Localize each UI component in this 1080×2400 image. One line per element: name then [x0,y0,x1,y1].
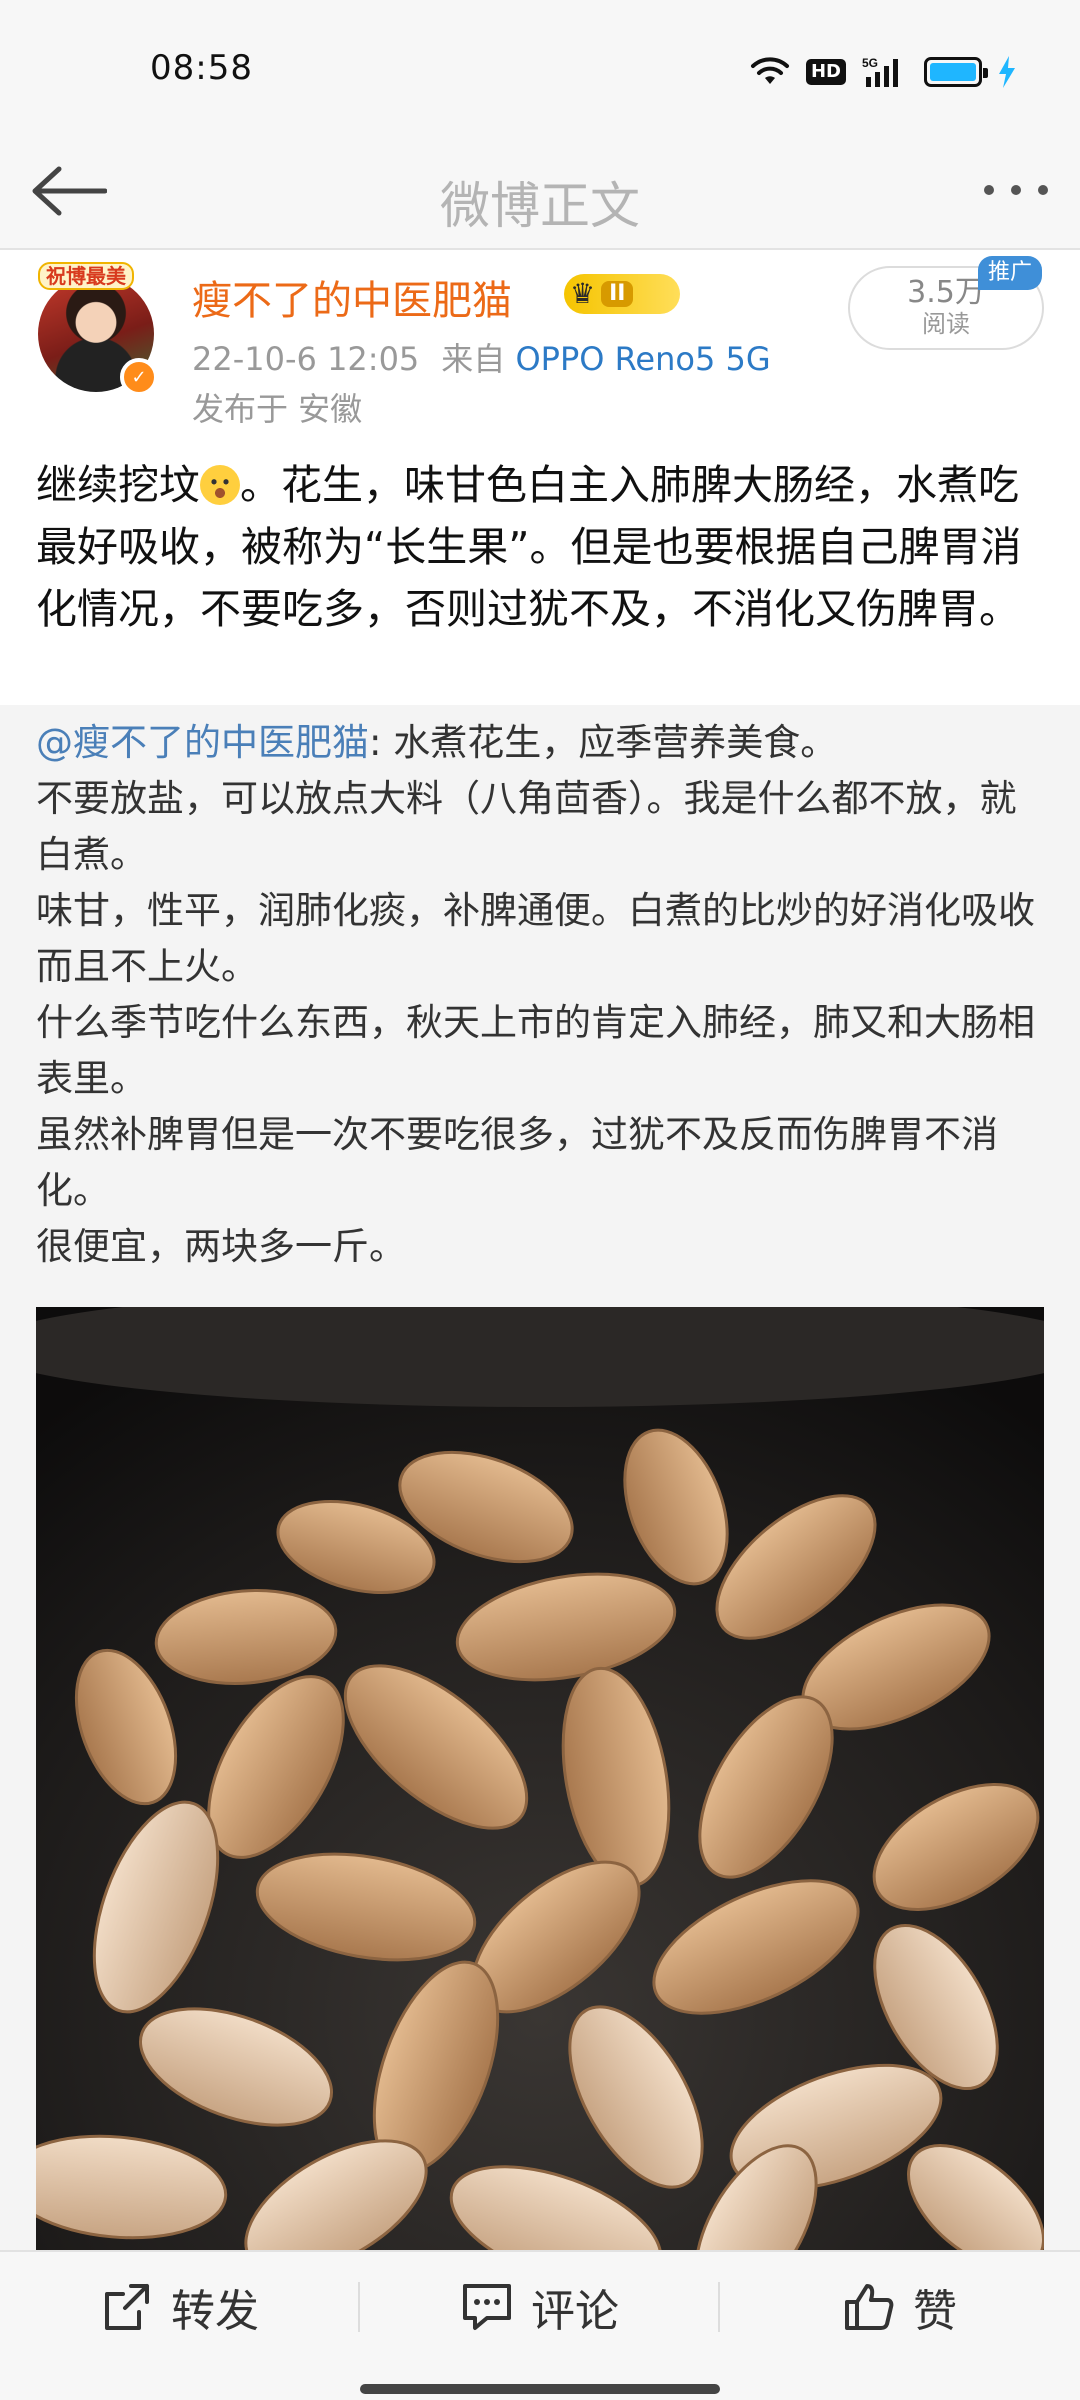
boiled-peanuts-image [36,1307,1044,2250]
status-bar: 08:58 HD 5G [0,0,1080,140]
thumbs-up-icon [845,2284,894,2330]
repost-line: 味甘，性平，润肺化痰，补脾通便。白煮的比炒的好消化吸收而且不上火。 [36,889,1035,988]
like-button[interactable]: 赞 [720,2252,1080,2362]
like-label: 赞 [913,2286,957,2337]
more-button[interactable] [976,160,1056,220]
post-meta: 22-10-6 12:05 来自 OPPO Reno5 5G [192,334,771,380]
status-icons: HD 5G [750,52,1016,92]
mention-link[interactable]: @瘦不了的中医肥猫 [36,721,369,764]
verified-icon: ✓ [120,358,158,396]
repost-line: 虽然补脾胃但是一次不要吃很多，过犹不及反而伤脾胃不消化。 [36,1113,998,1212]
peanut-photo[interactable] [36,1307,1044,2250]
more-dots-icon [984,185,994,195]
device-link[interactable]: OPPO Reno5 5G [515,340,770,378]
repost-text: @瘦不了的中医肥猫: 水煮花生，应季营养美食。 不要放盐，可以放点大料（八角茴香… [36,715,1048,1275]
comment-icon [463,2284,511,2330]
battery-icon [924,57,988,87]
repost-line: 不要放盐，可以放点大料（八角茴香）。我是什么都不放，就白煮。 [36,777,1017,876]
share-icon [105,2284,149,2330]
post-location: 发布于 安徽 [192,390,363,428]
status-time: 08:58 [150,48,253,88]
comment-button[interactable]: 评论 [360,2252,720,2362]
avatar-frame-badge: 祝博最美 [38,262,134,290]
views-label: 阅读 [922,310,970,338]
repost-button[interactable]: 转发 [0,2252,360,2362]
repost-line: 什么季节吃什么东西，秋天上市的肯定入肺经，肺又和大肠相表里。 [36,1001,1035,1100]
avatar[interactable]: 祝博最美 ✓ [38,262,158,396]
username[interactable]: 瘦不了的中医肥猫 [192,268,512,326]
repost-label: 转发 [171,2286,259,2337]
reposted-post[interactable]: @瘦不了的中医肥猫: 水煮花生，应季营养美食。 不要放盐，可以放点大料（八角茴香… [0,705,1080,2250]
post-text: 继续挖坟 。花生，味甘色白主入肺脾大肠经，水煮吃最好吸收，被称为“长生果”。但是也… [36,461,1022,633]
battery-level [930,63,976,81]
charging-icon [999,56,1015,88]
hd-badge: HD [805,59,846,85]
promo-tag: 推广 [978,256,1043,290]
vip-badge[interactable]: ♛ II [564,274,680,314]
comment-label: 评论 [531,2286,619,2337]
crown-icon: ♛ [570,277,596,310]
vip-level: II [601,281,634,307]
home-indicator [360,2384,720,2394]
signal-icon: 5G [862,56,898,87]
bottom-action-bar: 转发 评论 赞 [0,2250,1080,2400]
nav-bar: 微博正文 [0,140,1080,250]
page-title: 微博正文 [440,177,640,235]
svg-text:5G: 5G [862,56,878,70]
shy-face-emoji-icon [200,465,240,505]
repost-line: 很便宜，两块多一斤。 [36,1225,406,1268]
post-card: 祝博最美 ✓ 瘦不了的中医肥猫 ♛ II 22-10-6 12:05 来自 OPP… [0,250,1080,705]
wifi-icon [750,57,789,84]
post-date: 22-10-6 12:05 [192,340,420,378]
source-prefix: 来自 [441,340,506,378]
